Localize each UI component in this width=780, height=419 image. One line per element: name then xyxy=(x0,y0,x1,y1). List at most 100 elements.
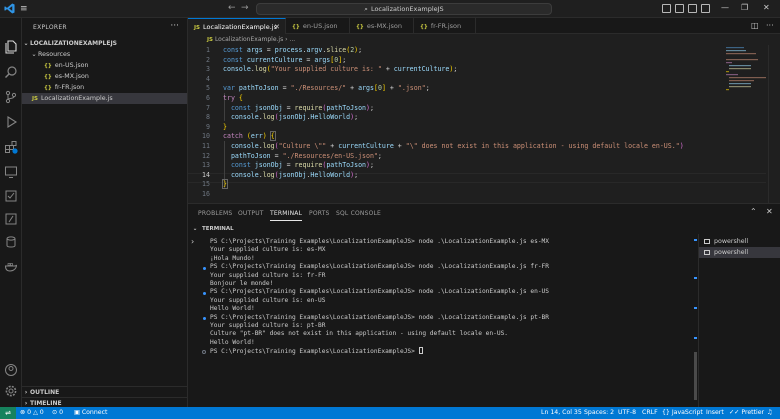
tab-problems[interactable]: PROBLEMS xyxy=(198,210,232,217)
language-mode[interactable]: {} JavaScript xyxy=(662,407,703,419)
code-editor[interactable]: 1 const args = process.argv.slice(2); 2 co… xyxy=(188,45,780,203)
tab-localization-example[interactable]: JS LocalizationExample.js ✕ xyxy=(188,18,286,34)
toggle-secondary-sidebar-icon[interactable] xyxy=(688,4,697,13)
line-number: 4 xyxy=(206,74,210,83)
terminal-instance-label: powershell xyxy=(714,238,749,245)
resources-folder[interactable]: ⌄Resources xyxy=(22,49,187,60)
problems-status[interactable]: ⊗ 0 △ 0 xyxy=(20,407,44,419)
extensions-icon[interactable] xyxy=(4,140,18,154)
breadcrumb-file[interactable]: LocalizationExample.js xyxy=(215,36,283,43)
testing-icon[interactable] xyxy=(4,189,18,203)
indentation[interactable]: Spaces: 2 xyxy=(584,407,614,419)
tab-es-mx[interactable]: {} es-MX.json xyxy=(350,18,414,34)
source-control-icon[interactable] xyxy=(4,90,18,104)
json-file-icon: {} xyxy=(356,24,364,30)
restore-icon[interactable]: ❐ xyxy=(741,3,748,12)
maximize-panel-icon[interactable]: ⌃ xyxy=(750,207,757,216)
tab-sql-console[interactable]: SQL CONSOLE xyxy=(336,210,381,217)
git-graph-icon[interactable] xyxy=(4,212,18,226)
file-es-mx[interactable]: {} es-MX.json xyxy=(22,71,187,82)
command-success-dot[interactable] xyxy=(203,266,206,270)
terminal-section-header[interactable]: ⌄ TERMINAL xyxy=(188,224,780,234)
run-debug-icon[interactable] xyxy=(4,115,18,129)
minimap[interactable] xyxy=(726,45,766,105)
line-number: 8 xyxy=(206,113,210,122)
encoding[interactable]: UTF-8 xyxy=(618,407,636,419)
insert-mode[interactable]: Insert xyxy=(706,407,724,419)
project-folder[interactable]: ⌄LOCALIZATIONEXAMPLEJS xyxy=(22,38,187,49)
terminal-line: PS C:\Projects\Training Examples\Localiz… xyxy=(210,263,549,271)
javascript-file-icon: JS xyxy=(32,96,39,102)
hamburger-menu-icon[interactable]: ≡ xyxy=(20,4,28,14)
editor-scrollbar[interactable] xyxy=(768,45,780,203)
remote-explorer-icon[interactable] xyxy=(4,165,18,179)
search-view-icon[interactable] xyxy=(4,65,18,79)
file-fr-fr[interactable]: {} fr-FR.json xyxy=(22,82,187,93)
tab-fr-fr[interactable]: {} fr-FR.json xyxy=(414,18,476,34)
line-number: 7 xyxy=(206,103,210,112)
warning-icon: △ xyxy=(33,409,38,416)
line-number: 9 xyxy=(206,122,210,131)
close-panel-icon[interactable]: ✕ xyxy=(766,207,773,216)
terminal-line: Your supplied culture is: es-MX xyxy=(210,246,326,254)
tab-terminal[interactable]: TERMINAL xyxy=(270,210,303,221)
explorer-icon[interactable] xyxy=(4,40,18,54)
toggle-primary-sidebar-icon[interactable] xyxy=(662,4,671,13)
bottom-panel: PROBLEMS OUTPUT TERMINAL PORTS SQL CONSO… xyxy=(188,203,780,408)
tab-label: fr-FR.json xyxy=(430,22,462,30)
notifications-bell-icon[interactable]: ♫ xyxy=(767,407,773,419)
minimize-icon[interactable]: — xyxy=(721,3,729,12)
tab-ports[interactable]: PORTS xyxy=(309,210,330,217)
breadcrumb-symbol[interactable]: ... xyxy=(289,36,295,43)
outline-section[interactable]: › OUTLINE xyxy=(22,386,187,397)
arrow-right-icon[interactable]: → xyxy=(241,3,249,13)
close-icon[interactable]: ✕ xyxy=(274,19,280,35)
title-bar: ≡ ← → ⌕ LocalizationExampleJS — ❐ ✕ xyxy=(0,0,780,18)
cursor-position[interactable]: Ln 14, Col 35 xyxy=(541,407,582,419)
outline-label: OUTLINE xyxy=(30,389,60,396)
command-success-dot[interactable] xyxy=(203,316,206,320)
terminal-prompt-line: PS C:\Projects\Training Examples\Localiz… xyxy=(210,347,423,355)
terminal-instance[interactable]: powershell xyxy=(699,247,780,258)
prettier-status[interactable]: ✓✓ Prettier xyxy=(729,407,764,419)
customize-layout-icon[interactable] xyxy=(701,4,710,13)
more-actions-icon[interactable]: ··· xyxy=(766,21,774,30)
editor-tabs: JS LocalizationExample.js ✕ {} en-US.json {… xyxy=(188,18,780,34)
connect-status[interactable]: ▣ Connect xyxy=(74,407,107,419)
docker-icon[interactable] xyxy=(4,259,18,273)
close-window-icon[interactable]: ✕ xyxy=(763,3,770,12)
terminal-line: Your supplied culture is: en-US xyxy=(210,296,326,304)
tab-output[interactable]: OUTPUT xyxy=(238,210,264,217)
command-center-search[interactable]: ⌕ LocalizationExampleJS xyxy=(256,3,552,15)
accounts-icon[interactable] xyxy=(4,363,18,377)
file-localization-example[interactable]: JS LocalizationExample.js xyxy=(22,93,187,104)
check-double-icon: ✓✓ xyxy=(729,409,740,416)
terminal-output[interactable]: PS C:\Projects\Training Examples\Localiz… xyxy=(200,237,695,405)
line-number: 3 xyxy=(206,65,210,74)
command-pending-dot[interactable] xyxy=(202,349,206,354)
tab-en-us[interactable]: {} en-US.json xyxy=(286,18,350,34)
command-success-dot[interactable] xyxy=(203,291,206,295)
arrow-left-icon[interactable]: ← xyxy=(228,3,236,13)
chevron-right-icon[interactable]: › xyxy=(191,237,194,246)
connect-label: Connect xyxy=(81,409,108,416)
timeline-label: TIMELINE xyxy=(30,400,62,407)
chevron-down-icon: ⌄ xyxy=(192,226,198,232)
chevron-down-icon: ⌄ xyxy=(23,40,29,47)
terminal-instance[interactable]: powershell xyxy=(699,236,780,247)
split-editor-icon[interactable]: ◫ xyxy=(751,21,759,30)
ports-status[interactable]: ⊙ 0 xyxy=(52,407,63,419)
toggle-panel-icon[interactable] xyxy=(675,4,684,13)
terminal-line: PS C:\Projects\Training Examples\Localiz… xyxy=(210,238,549,245)
json-file-icon: {} xyxy=(420,24,428,30)
settings-gear-icon[interactable] xyxy=(4,384,18,398)
database-icon[interactable] xyxy=(4,235,18,249)
line-number: 15 xyxy=(202,180,210,189)
json-file-icon: {} xyxy=(292,24,300,30)
javascript-file-icon: JS xyxy=(194,25,201,31)
file-en-us[interactable]: {} en-US.json xyxy=(22,60,187,71)
line-number: 1 xyxy=(206,46,210,54)
remote-indicator-icon[interactable]: ⇌ xyxy=(0,407,16,419)
end-of-line[interactable]: CRLF xyxy=(642,407,658,419)
more-actions-icon[interactable]: ··· xyxy=(170,21,179,31)
